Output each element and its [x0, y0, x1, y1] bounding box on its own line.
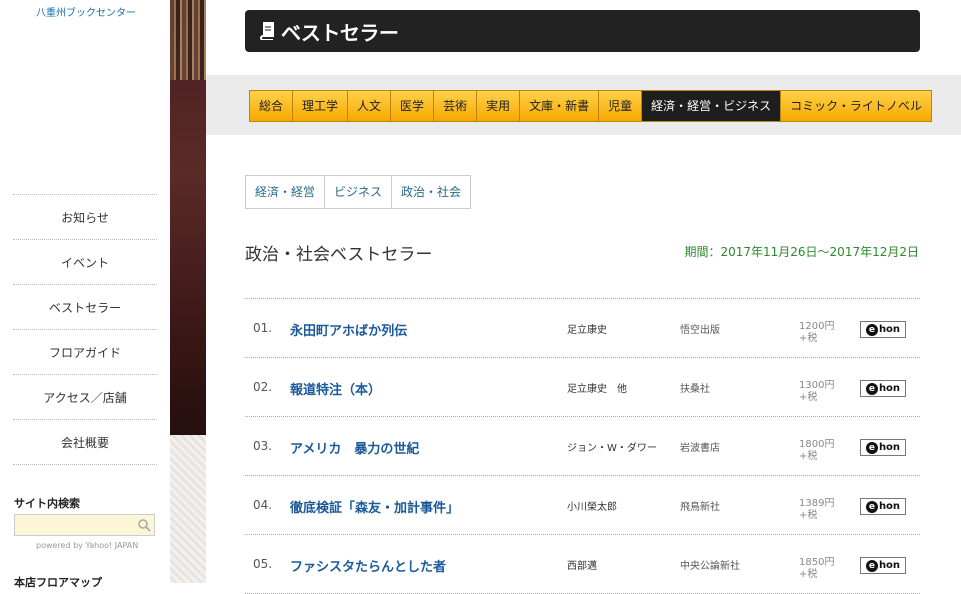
tab-science-engineering[interactable]: 理工学: [293, 91, 349, 121]
book-author: ジョン・W・ダワー: [567, 443, 657, 454]
ehon-e-icon: e: [865, 382, 878, 395]
site-search-box: [14, 514, 155, 537]
price-value: 1300円: [799, 380, 835, 391]
book-author: 小川榮太郎: [567, 502, 617, 513]
list-item: 01. 永田町アホばか列伝 足立康史 悟空出版 1200円 +税 e hon: [245, 299, 920, 358]
tab-paperbacks[interactable]: 文庫・新書: [520, 91, 600, 121]
sidebar-item-access[interactable]: アクセス／店舗: [13, 375, 157, 420]
category-band: 総合 理工学 人文 医学 芸術 実用 文庫・新書 児童 経済・経営・ビジネス コ…: [206, 75, 961, 135]
section-title: 政治・社会ベストセラー: [245, 245, 433, 265]
book-author: 足立康史 他: [567, 384, 627, 395]
ehon-e-icon: e: [865, 500, 878, 513]
price-tax: +税: [799, 451, 818, 462]
price-value: 1200円: [799, 321, 835, 332]
site-logo[interactable]: 八重州ブックセンター: [36, 4, 136, 19]
search-icon[interactable]: [137, 518, 151, 532]
bookshelf-image: [170, 0, 206, 80]
price-tax: +税: [799, 510, 818, 521]
subtab-politics-society[interactable]: 政治・社会: [392, 176, 470, 208]
main-content: ベストセラー 総合 理工学 人文 医学 芸術 実用 文庫・新書 児童 経済・経営…: [206, 0, 961, 594]
book-title-link[interactable]: 永田町アホばか列伝: [290, 320, 407, 339]
sidebar-item-events[interactable]: イベント: [13, 240, 157, 285]
background-pattern: [170, 435, 206, 583]
subcategory-tabs: 経済・経営 ビジネス 政治・社会: [245, 175, 472, 209]
ehon-button[interactable]: e hon: [860, 498, 906, 515]
ehon-button[interactable]: e hon: [860, 321, 906, 338]
search-powered-by: powered by Yahoo! JAPAN: [36, 541, 139, 550]
ehon-button[interactable]: e hon: [860, 557, 906, 574]
book-price: 1800円 +税: [799, 439, 834, 463]
ehon-e-icon: e: [865, 559, 878, 572]
list-item: 04. 徹底検証「森友・加計事件」 小川榮太郎 飛鳥新社 1389円 +税 e ho…: [245, 476, 920, 535]
rank-number: 02.: [253, 380, 273, 394]
book-title-link[interactable]: 徹底検証「森友・加計事件」: [290, 497, 459, 516]
rank-number: 03.: [253, 439, 273, 453]
price-tax: +税: [799, 333, 818, 344]
price-value: 1389円: [799, 498, 835, 509]
subtab-economics-management[interactable]: 経済・経営: [246, 176, 326, 208]
search-input[interactable]: [15, 516, 133, 537]
price-tax: +税: [799, 569, 818, 580]
tab-economics-business[interactable]: 経済・経営・ビジネス: [642, 91, 782, 121]
book-publisher: 岩波書店: [680, 443, 720, 454]
book-title-link[interactable]: ファシスタたらんとした者: [290, 556, 446, 575]
tab-children[interactable]: 児童: [599, 91, 643, 121]
ehon-button[interactable]: e hon: [860, 439, 906, 456]
ehon-e-icon: e: [865, 323, 878, 336]
book-author: 足立康史: [567, 325, 607, 336]
ehon-label: hon: [878, 560, 901, 571]
site-search-heading: サイト内検索: [14, 497, 80, 510]
ehon-e-icon: e: [865, 441, 878, 454]
price-value: 1800円: [799, 439, 835, 450]
rank-number: 01.: [253, 321, 273, 335]
tab-general[interactable]: 総合: [250, 91, 294, 121]
book-publisher: 扶桑社: [680, 384, 710, 395]
sidebar-item-bestseller[interactable]: ベストセラー: [13, 285, 157, 330]
tab-arts[interactable]: 芸術: [434, 91, 478, 121]
tab-humanities[interactable]: 人文: [348, 91, 392, 121]
tab-practical[interactable]: 実用: [477, 91, 521, 121]
sidebar-item-news[interactable]: お知らせ: [13, 195, 157, 240]
tab-comics-lightnovels[interactable]: コミック・ライトノベル: [781, 91, 931, 121]
background-photo: [170, 0, 206, 583]
sidebar-item-floor-guide[interactable]: フロアガイド: [13, 330, 157, 375]
book-icon: [260, 22, 274, 40]
subtab-business[interactable]: ビジネス: [325, 176, 393, 208]
book-title-link[interactable]: 報道特注（本）: [290, 379, 381, 398]
list-item: 03. アメリカ 暴力の世紀 ジョン・W・ダワー 岩波書店 1800円 +税 eh…: [245, 417, 920, 476]
page-title: ベストセラー: [281, 20, 399, 45]
rank-number: 05.: [253, 557, 273, 571]
category-tabs: 総合 理工学 人文 医学 芸術 実用 文庫・新書 児童 経済・経営・ビジネス コ…: [249, 90, 932, 122]
book-price: 1200円 +税: [799, 321, 834, 345]
ehon-label: hon: [878, 442, 901, 453]
rank-number: 04.: [253, 498, 273, 512]
book-publisher: 中央公論新社: [680, 561, 740, 572]
list-item: 05. ファシスタたらんとした者 西部邁 中央公論新社 1850円 +税 e hon: [245, 535, 920, 594]
book-title-link[interactable]: アメリカ 暴力の世紀: [290, 438, 419, 457]
tab-medicine[interactable]: 医学: [391, 91, 435, 121]
sidebar-nav: お知らせ イベント ベストセラー フロアガイド アクセス／店舗 会社概要: [13, 194, 157, 465]
bestseller-list: 01. 永田町アホばか列伝 足立康史 悟空出版 1200円 +税 e hon 02.…: [245, 298, 920, 594]
ehon-button[interactable]: e hon: [860, 380, 906, 397]
sidebar: 八重州ブックセンター お知らせ イベント ベストセラー フロアガイド アクセス／…: [0, 0, 170, 589]
sidebar-item-company[interactable]: 会社概要: [13, 420, 157, 465]
price-tax: +税: [799, 392, 818, 403]
book-publisher: 悟空出版: [680, 325, 720, 336]
ehon-label: hon: [878, 324, 901, 335]
floor-map-heading: 本店フロアマップ: [14, 576, 102, 589]
book-publisher: 飛鳥新社: [680, 502, 720, 513]
list-item: 02. 報道特注（本） 足立康史 他 扶桑社 1300円 +税 e hon: [245, 358, 920, 417]
ehon-label: hon: [878, 501, 901, 512]
ranking-period: 期間：2017年11月26日～2017年12月2日: [684, 245, 919, 259]
book-price: 1300円 +税: [799, 380, 834, 404]
book-price: 1850円 +税: [799, 557, 834, 581]
page-title-bar: ベストセラー: [245, 10, 920, 52]
book-price: 1389円 +税: [799, 498, 834, 522]
book-author: 西部邁: [567, 561, 597, 572]
ehon-label: hon: [878, 383, 901, 394]
price-value: 1850円: [799, 557, 835, 568]
